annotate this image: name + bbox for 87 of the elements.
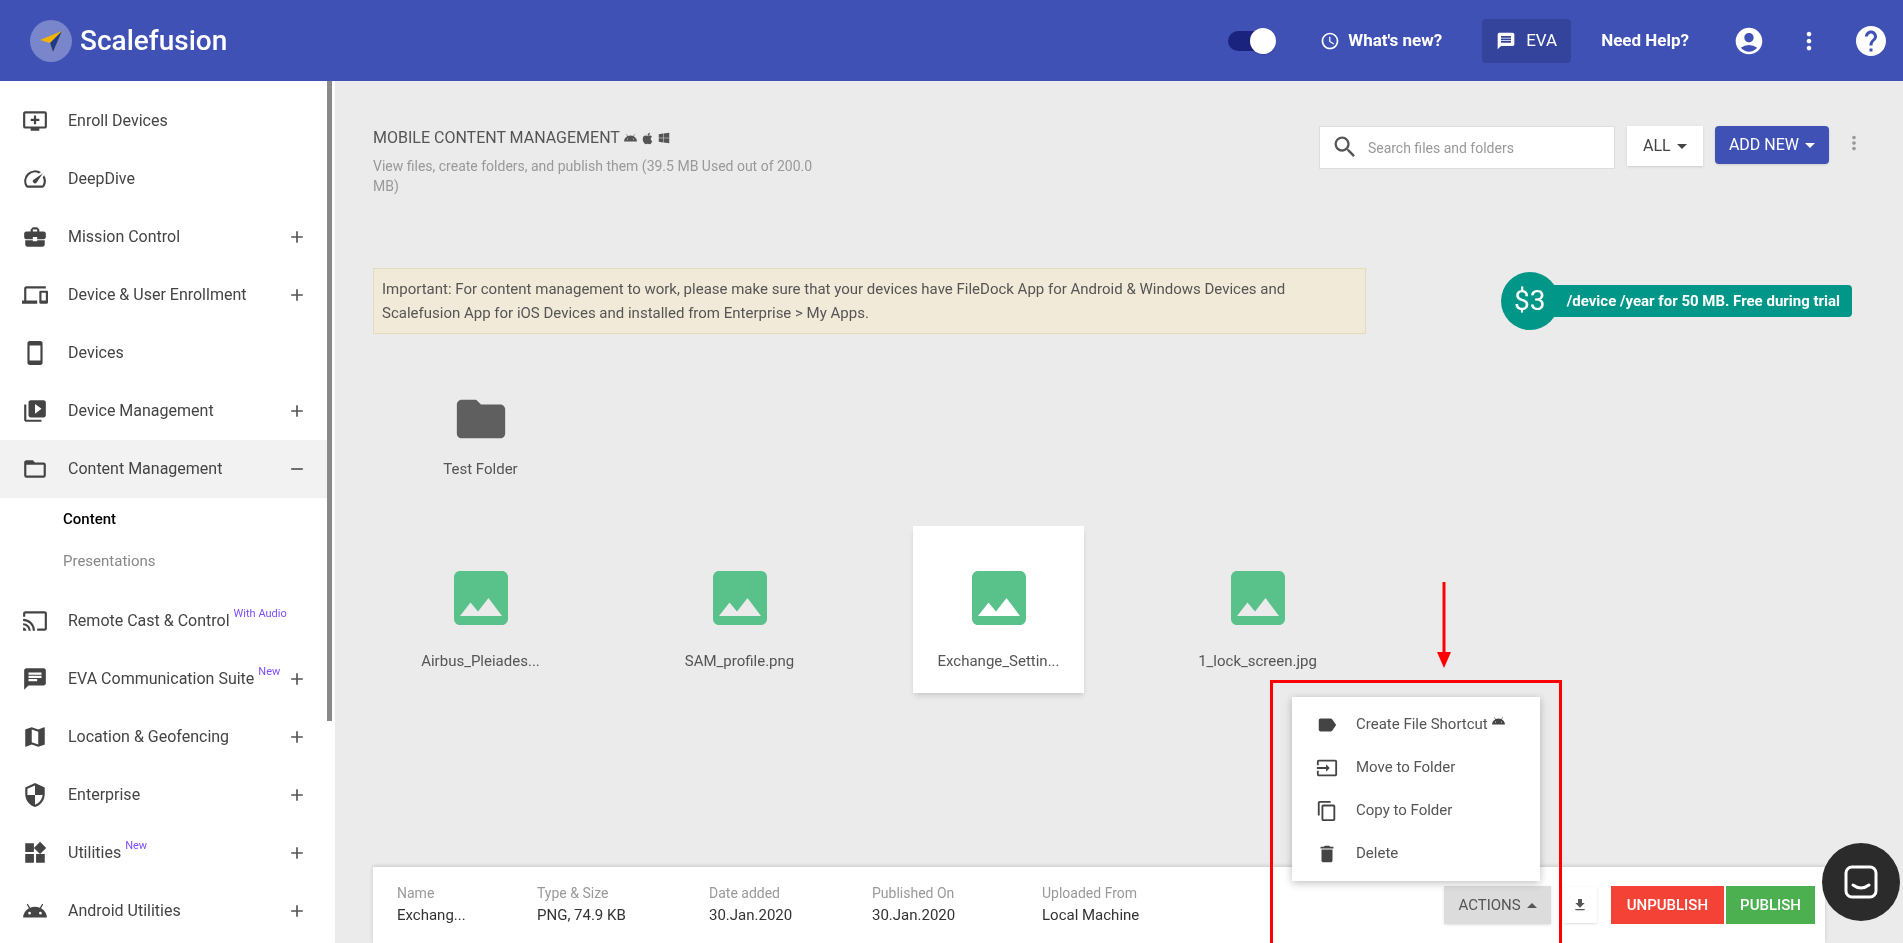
sidebar-label: Utilities xyxy=(68,842,122,864)
toggle-switch[interactable] xyxy=(1228,30,1275,51)
field-value: 30.Jan.2020 xyxy=(872,905,957,927)
field-label: Type & Size xyxy=(537,884,610,904)
need-help-link[interactable]: Need Help? xyxy=(1601,27,1689,54)
eva-button[interactable]: EVA xyxy=(1482,18,1572,63)
sidebar-label: Enroll Devices xyxy=(68,110,168,132)
brand-name: Scalefusion xyxy=(80,22,228,59)
sidebar-label: DeepDive xyxy=(68,168,135,190)
clock-icon xyxy=(1320,30,1341,51)
menu-item[interactable]: Copy to Folder xyxy=(1292,789,1540,832)
unpublish-button[interactable]: UNPUBLISH xyxy=(1610,886,1725,924)
menu-item[interactable]: Create File Shortcut xyxy=(1292,703,1540,746)
sidebar-label: EVA Communication Suite xyxy=(68,668,255,690)
menu-item[interactable]: Delete xyxy=(1292,832,1540,875)
field-label: Name xyxy=(397,884,436,904)
caret-icon xyxy=(1526,902,1537,908)
sidebar-subitem[interactable]: Content xyxy=(0,498,335,540)
file-name: 1_lock_screen.jpg xyxy=(1198,651,1317,672)
sidebar-label: Remote Cast & Control xyxy=(68,610,230,632)
sidebar-subitem[interactable]: Presentations xyxy=(0,540,335,582)
add-new-button[interactable]: ADD NEW xyxy=(1714,126,1829,164)
sidebar-item[interactable]: Content Management xyxy=(0,440,327,498)
sidebar-item[interactable]: Location & Geofencing xyxy=(0,708,327,766)
search-field[interactable]: Search files and folders xyxy=(1318,126,1615,169)
cast-icon xyxy=(22,608,48,634)
video-library-icon xyxy=(22,398,48,424)
caret-icon xyxy=(1805,142,1815,148)
sidebar-item[interactable]: Devices xyxy=(0,324,327,382)
field-label: Date added xyxy=(709,884,781,904)
file-name: Exchange_Settin... xyxy=(937,651,1060,672)
field-label: Published On xyxy=(872,884,956,904)
windows-icon xyxy=(657,132,670,144)
superscript-label: New xyxy=(258,663,281,680)
sidebar-item[interactable]: DeepDive xyxy=(0,150,327,208)
sidebar-label: Device & User Enrollment xyxy=(68,284,247,306)
chat-icon xyxy=(22,666,48,692)
file-tile[interactable]: Airbus_Pleiades... xyxy=(395,526,566,693)
sidebar-label: Android Utilities xyxy=(68,900,181,922)
file-tile[interactable]: 1_lock_screen.jpg xyxy=(1172,526,1343,693)
actions-button[interactable]: ACTIONS xyxy=(1444,886,1551,924)
filter-dropdown[interactable]: ALL xyxy=(1626,126,1703,166)
sidebar-item[interactable]: Utilities New xyxy=(0,824,327,882)
sidebar-item[interactable]: Enterprise xyxy=(0,766,327,824)
folder-tile[interactable]: Test Folder xyxy=(395,376,566,496)
sidebar-item[interactable]: Remote Cast & Control With Audio xyxy=(0,592,327,650)
download-button[interactable] xyxy=(1562,887,1597,923)
file-tile[interactable]: SAM_profile.png xyxy=(654,526,825,693)
widgets-icon xyxy=(22,840,48,866)
message-icon xyxy=(1496,30,1517,51)
field-value: Local Machine xyxy=(1042,905,1141,927)
sidebar-label: Location & Geofencing xyxy=(68,726,230,748)
file-tile[interactable]: Exchange_Settin... xyxy=(913,526,1084,693)
folder-name: Test Folder xyxy=(443,459,518,480)
file-name: Airbus_Pleiades... xyxy=(421,651,540,672)
file-name: SAM_profile.png xyxy=(684,651,795,672)
sidebar-label: Enterprise xyxy=(68,784,141,806)
apple-icon xyxy=(640,131,654,145)
sidebar-label: Mission Control xyxy=(68,226,181,248)
sidebar-item[interactable]: Android Utilities xyxy=(0,882,327,940)
shield-icon xyxy=(22,782,48,808)
chat-icon xyxy=(1844,865,1878,899)
notice-banner: Important: For content management to work, please make sure that your devices have FileDock App for Android & Windows Devices and Scalefusion App for iOS Devices and installed from Enterprise > My Apps. xyxy=(373,268,1366,334)
caret-icon xyxy=(1676,143,1687,149)
field-label: Uploaded From xyxy=(1042,884,1139,904)
field-value: PNG, 74.9 KB xyxy=(537,905,627,927)
sidebar-label: Device Management xyxy=(68,400,214,422)
page-subtitle: View files, create folders, and publish them (39.5 MB Used out of 200.0 MB) xyxy=(373,157,814,196)
field-value: 30.Jan.2020 xyxy=(709,905,794,927)
sidebar-label: Devices xyxy=(68,342,124,364)
sidebar-label: Content Management xyxy=(68,458,223,480)
sidebar-item[interactable]: EVA Communication Suite New xyxy=(0,650,327,708)
field-value: Exchang... xyxy=(397,905,467,927)
monitor-plus-icon xyxy=(22,108,48,134)
menu-item[interactable]: Move to Folder xyxy=(1292,746,1540,789)
superscript-label: New xyxy=(125,837,148,854)
sidebar-item[interactable]: Device Management xyxy=(0,382,327,440)
briefcase-icon xyxy=(22,224,48,250)
superscript-label: With Audio xyxy=(233,605,287,622)
logo-icon xyxy=(30,19,72,62)
price-label: /device /year for 50 MB. Free during trial xyxy=(1552,285,1852,317)
sidebar-item[interactable]: Device & User Enrollment xyxy=(0,266,327,324)
page-title: MOBILE CONTENT MANAGEMENT xyxy=(373,127,620,149)
sidebar-item[interactable]: Enroll Devices xyxy=(0,92,327,150)
copy-icon xyxy=(1316,799,1338,822)
sidebar-item[interactable]: Mission Control xyxy=(0,208,327,266)
whats-new-button[interactable]: What's new? xyxy=(1320,27,1443,54)
